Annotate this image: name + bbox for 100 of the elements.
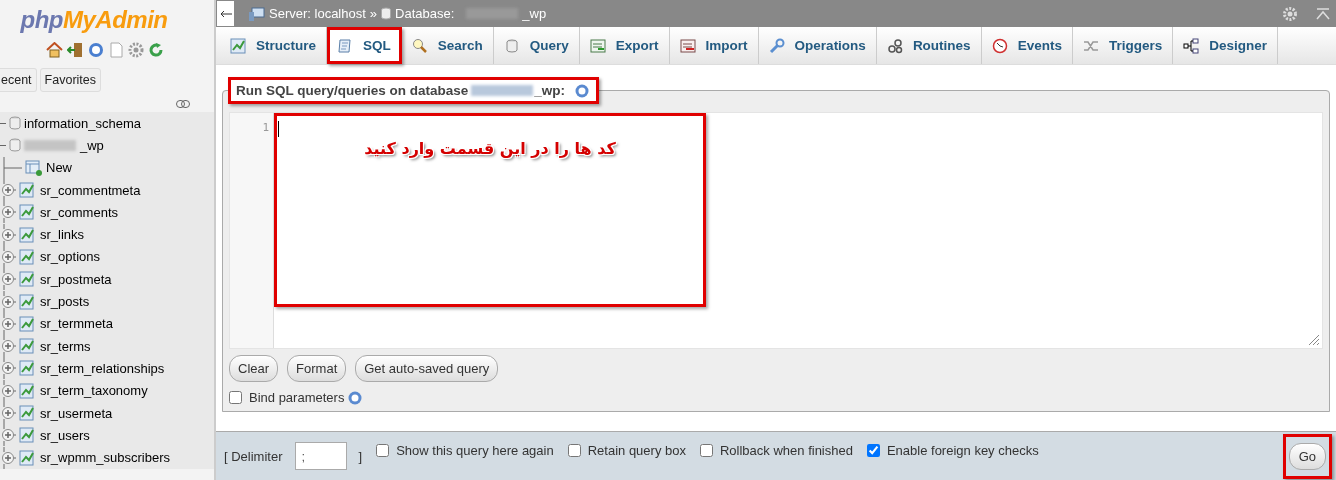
action-button[interactable]: Get auto-saved query xyxy=(355,355,499,382)
breadcrumb-link[interactable]: _wp xyxy=(522,6,547,21)
nav-tab[interactable]: SQL xyxy=(327,27,402,64)
import-icon xyxy=(679,37,696,54)
sidebar-tab[interactable]: ecent xyxy=(0,68,37,92)
table-chart-icon[interactable] xyxy=(19,271,37,288)
settings-icon[interactable] xyxy=(128,42,144,58)
table-chart-icon[interactable] xyxy=(19,182,37,199)
expand-icon[interactable] xyxy=(0,379,16,402)
tree-item[interactable]: sr_wpmm_subscribers xyxy=(40,450,171,466)
nav-tab[interactable]: Operations xyxy=(758,27,877,64)
expand-icon[interactable] xyxy=(0,223,16,246)
scroll-icon xyxy=(337,37,353,54)
nav-tab[interactable]: Designer xyxy=(1173,27,1278,64)
back-button[interactable] xyxy=(216,0,235,27)
expand-icon[interactable] xyxy=(0,201,16,224)
help-icon[interactable] xyxy=(575,83,590,98)
tree-line xyxy=(0,144,6,146)
tree-item[interactable]: sr_posts xyxy=(40,294,90,309)
table-chart-icon[interactable] xyxy=(19,405,37,421)
table-chart-icon[interactable] xyxy=(19,360,37,377)
checkbox[interactable] xyxy=(567,443,581,457)
expand-icon[interactable] xyxy=(0,357,16,380)
nav-tab[interactable]: Import xyxy=(669,27,759,64)
tree-item[interactable]: sr_users xyxy=(40,427,90,443)
search-icon xyxy=(411,37,428,54)
document-icon[interactable] xyxy=(108,42,124,58)
action-button[interactable]: Clear xyxy=(229,355,279,382)
breadcrumb-link[interactable]: Server: localhost xyxy=(269,6,366,21)
table-chart-icon[interactable] xyxy=(19,449,37,466)
checkbox-label: Bind parameters xyxy=(249,390,345,405)
new-table-icon[interactable] xyxy=(25,159,43,176)
table-chart-icon[interactable] xyxy=(19,382,37,399)
nav-tab[interactable]: Triggers xyxy=(1072,27,1174,64)
tree-item[interactable]: sr_termmeta xyxy=(40,316,113,332)
nav-tab[interactable]: Events xyxy=(981,27,1073,64)
tree-item[interactable]: sr_usermeta xyxy=(40,405,113,421)
nav-tab[interactable]: Export xyxy=(579,27,670,64)
redacted-text-blur xyxy=(24,139,76,151)
tree-item[interactable]: sr_comments xyxy=(40,204,119,220)
tree-item[interactable]: sr_options xyxy=(40,249,100,265)
link-icon[interactable] xyxy=(176,100,190,108)
tree-item[interactable]: information_schema xyxy=(24,115,142,131)
nav-tab[interactable]: Query xyxy=(493,27,580,64)
tree-line xyxy=(0,122,6,124)
checkbox[interactable] xyxy=(229,391,242,404)
clock-icon xyxy=(991,37,1008,54)
checkbox[interactable] xyxy=(866,443,880,457)
action-button[interactable]: Format xyxy=(287,355,347,382)
sidebar-tab[interactable]: Favorites xyxy=(39,68,101,92)
tree-item[interactable]: sr_term_relationships xyxy=(40,360,165,376)
wrench-icon xyxy=(768,37,785,54)
tree-item[interactable]: _wp xyxy=(80,137,104,153)
help-icon[interactable] xyxy=(348,390,363,405)
tree-item[interactable]: sr_terms xyxy=(40,338,91,354)
table-chart-icon[interactable] xyxy=(19,248,37,265)
breadcrumb-link[interactable]: Database: xyxy=(395,6,455,21)
server-icon xyxy=(249,6,265,21)
expand-icon[interactable] xyxy=(0,402,16,424)
checkbox-label: Rollback when finished xyxy=(719,442,853,458)
table-chart-icon[interactable] xyxy=(19,293,37,310)
checkbox[interactable] xyxy=(699,443,713,457)
tree-item[interactable]: sr_commentmeta xyxy=(40,182,141,198)
tree-item[interactable]: New xyxy=(46,160,72,176)
expand-icon[interactable] xyxy=(0,290,16,313)
expand-icon[interactable] xyxy=(0,268,16,291)
table-chart-icon[interactable] xyxy=(19,427,37,444)
reload-icon[interactable] xyxy=(148,42,164,58)
expand-icon[interactable] xyxy=(0,179,16,202)
database-icon[interactable] xyxy=(9,138,21,153)
logo[interactable]: phpMyAdmin xyxy=(0,6,214,34)
expand-icon[interactable] xyxy=(0,335,16,358)
tree-item[interactable]: sr_term_taxonomy xyxy=(40,383,148,399)
table-chart-icon[interactable] xyxy=(19,226,37,243)
expand-icon[interactable] xyxy=(0,446,16,469)
resize-grip-icon xyxy=(1308,334,1320,346)
tree-item[interactable]: sr_links xyxy=(40,227,85,243)
collapse-top-icon[interactable] xyxy=(1316,7,1330,20)
expand-icon[interactable] xyxy=(0,312,16,335)
expand-icon[interactable] xyxy=(0,424,16,447)
go-button[interactable]: Go xyxy=(1288,442,1326,470)
delimiter-field[interactable]: ; xyxy=(294,442,347,470)
table-chart-icon[interactable] xyxy=(19,315,37,332)
nav-tab[interactable]: Search xyxy=(401,27,494,64)
export-icon xyxy=(589,37,606,54)
database-icon[interactable] xyxy=(9,116,21,131)
nav-tab[interactable]: Routines xyxy=(876,27,982,64)
exit-door-icon[interactable] xyxy=(67,42,84,58)
checkbox[interactable] xyxy=(376,443,390,457)
bracket-text: ] xyxy=(358,448,363,464)
table-chart-icon[interactable] xyxy=(19,338,37,355)
table-chart-icon[interactable] xyxy=(19,204,37,221)
gears-icon xyxy=(886,37,903,54)
tree-item[interactable]: sr_postmeta xyxy=(40,271,112,287)
expand-icon[interactable] xyxy=(0,245,16,268)
home-icon[interactable] xyxy=(46,42,63,58)
line-number: 1 xyxy=(261,121,269,134)
diagram-icon xyxy=(1183,37,1200,54)
field-label: [ Delimiter xyxy=(224,448,283,464)
help-icon[interactable] xyxy=(88,42,104,58)
